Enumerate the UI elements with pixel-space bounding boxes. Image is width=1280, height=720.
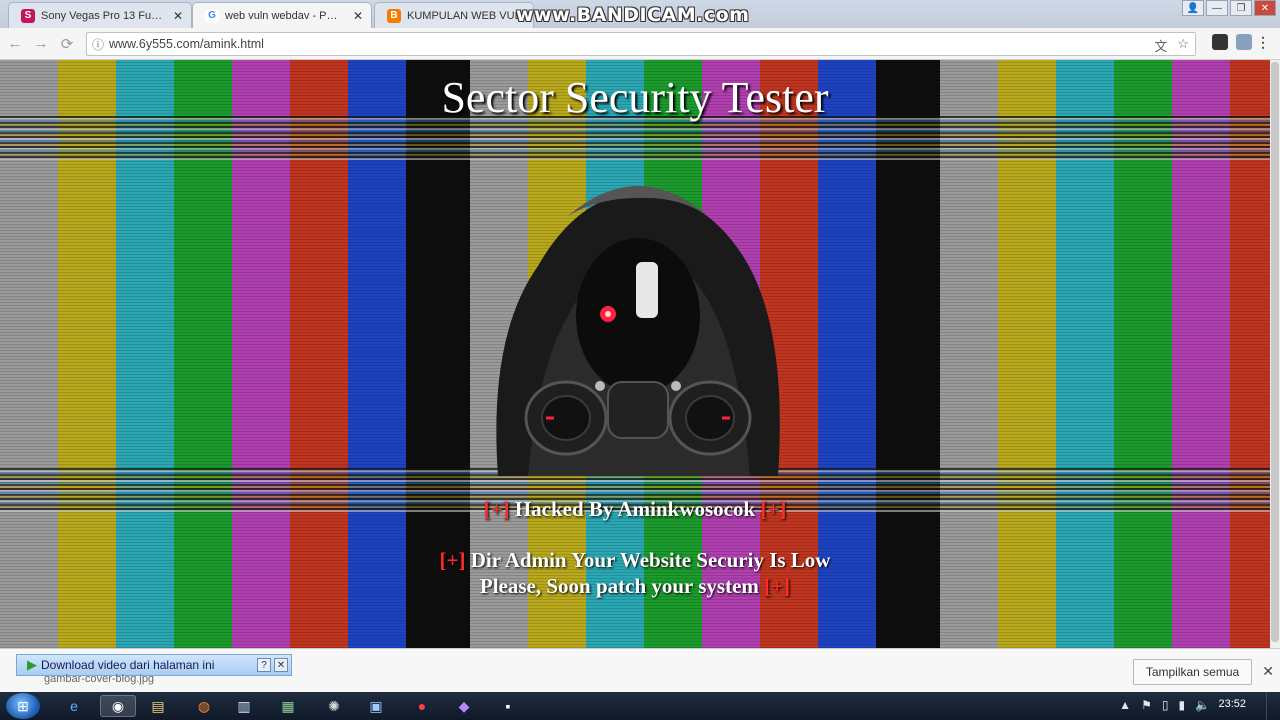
extension-icon[interactable] [1236,34,1252,50]
close-icon[interactable]: ✕ [274,658,288,672]
sony-vegas-icon: S [21,8,35,23]
download-bar: ▶ Download video dari halaman ini ? ✕ ga… [0,648,1280,692]
scrollbar-thumb[interactable] [1271,62,1279,642]
calculator-icon[interactable]: ▦ [270,695,306,717]
minimize-button[interactable]: — [1206,0,1228,16]
site-info-icon[interactable]: ⓘ [87,36,109,53]
explorer-icon[interactable]: ▤ [140,695,176,717]
bracket-prefix: [+] [439,548,466,572]
tab-title: KUMPULAN WEB VUL [407,9,521,22]
extension-icon[interactable] [1212,34,1228,50]
help-icon[interactable]: ? [257,658,271,672]
page-title: Sector Security Tester [441,73,829,122]
close-download-bar-icon[interactable]: ✕ [1262,663,1274,680]
blogger-icon: B [387,8,401,23]
bandicam-watermark: www.BANDICAM.com [516,4,750,26]
play-icon: ▶ [27,657,37,672]
system-tray: ▲ ⚑ ▯ ▮ 🔈 [1119,698,1210,712]
page-viewport: Sector Security Tester [+] Hacked By Ami… [0,60,1270,648]
download-file-name[interactable]: gambar-cover-blog.jpg [44,673,154,685]
tab-strip: S Sony Vegas Pro 13 Full P ✕ G web vuln … [0,0,1280,28]
reload-button[interactable]: ⟳ [54,31,80,57]
vegas-icon[interactable]: ✺ [316,695,352,717]
bandicam-icon[interactable]: ● [404,695,440,717]
bookmark-star-icon[interactable]: ☆ [1177,36,1189,55]
extensions [1212,34,1252,50]
translate-icon[interactable]: 文 [1154,36,1167,55]
gas-mask-figure-image [496,186,780,476]
show-desktop-button[interactable] [1266,692,1280,720]
vertical-scrollbar[interactable] [1270,60,1280,648]
warning-line-2: Please, Soon patch your system [479,574,765,598]
bracket-prefix: [+] [483,497,510,521]
forward-button[interactable]: → [28,31,54,57]
action-center-flag-icon[interactable]: ⚑ [1141,698,1152,712]
chrome-menu-icon[interactable]: ⋮ [1256,34,1270,51]
bracket-suffix: [+] [764,574,791,598]
warning-line-1: Dir Admin Your Website Securiy Is Low [465,548,831,572]
clock[interactable]: 23:52 [1218,698,1246,710]
hacked-by-text: Hacked By Aminkwosocok [509,497,761,521]
tab-sony-vegas[interactable]: S Sony Vegas Pro 13 Full P ✕ [8,2,192,28]
battery-icon[interactable]: ▯ [1162,698,1169,712]
firefox-icon[interactable]: ◍ [186,695,222,717]
tab-webdav[interactable]: G web vuln webdav - Pene ✕ [192,2,372,28]
tab-kumpulan[interactable]: B KUMPULAN WEB VUL [374,2,534,28]
network-status-icon[interactable]: ▮ [1178,698,1185,712]
visual-studio-icon[interactable]: ◆ [446,695,482,717]
url-text[interactable]: www.6y555.com/amink.html [109,37,264,51]
browser-toolbar: ← → ⟳ ⓘ www.6y555.com/amink.html 文 ☆ ⋮ [0,28,1280,60]
tab-title: web vuln webdav - Pene [225,9,343,22]
back-button[interactable]: ← [2,31,28,57]
user-icon[interactable]: 👤 [1182,0,1204,16]
close-window-button[interactable]: ✕ [1254,0,1276,16]
download-label[interactable]: Download video dari halaman ini [41,658,257,672]
windows-taskbar: ⊞ e ◉ ▤ ◍ ▥ ▦ ✺ ▣ ● ◆ ▪ ▲ ⚑ ▯ ▮ 🔈 23:52 [0,692,1280,720]
notepad-icon[interactable]: ▥ [226,695,262,717]
warning-message: [+] Dir Admin Your Website Securiy Is Lo… [0,547,1270,599]
tab-close-icon[interactable]: ✕ [353,9,363,23]
hacked-by-line: [+] Hacked By Aminkwosocok [+] [0,496,1270,522]
show-all-button[interactable]: Tampilkan semua [1133,659,1252,685]
volume-icon[interactable]: 🔈 [1195,698,1210,712]
network-icon[interactable]: ▣ [358,695,394,717]
ie-icon[interactable]: e [56,695,92,717]
bracket-suffix: [+] [760,497,787,521]
tab-title: Sony Vegas Pro 13 Full P [41,9,163,22]
window-controls: 👤 — ❐ ✕ [1182,0,1276,16]
cmd-icon[interactable]: ▪ [490,695,526,717]
address-bar[interactable]: ⓘ www.6y555.com/amink.html 文 ☆ [86,32,1196,56]
tab-close-icon[interactable]: ✕ [173,9,183,23]
google-icon: G [205,8,219,23]
chrome-icon[interactable]: ◉ [100,695,136,717]
maximize-button[interactable]: ❐ [1230,0,1252,16]
start-button[interactable]: ⊞ [6,693,40,719]
show-hidden-icons-icon[interactable]: ▲ [1119,698,1131,712]
